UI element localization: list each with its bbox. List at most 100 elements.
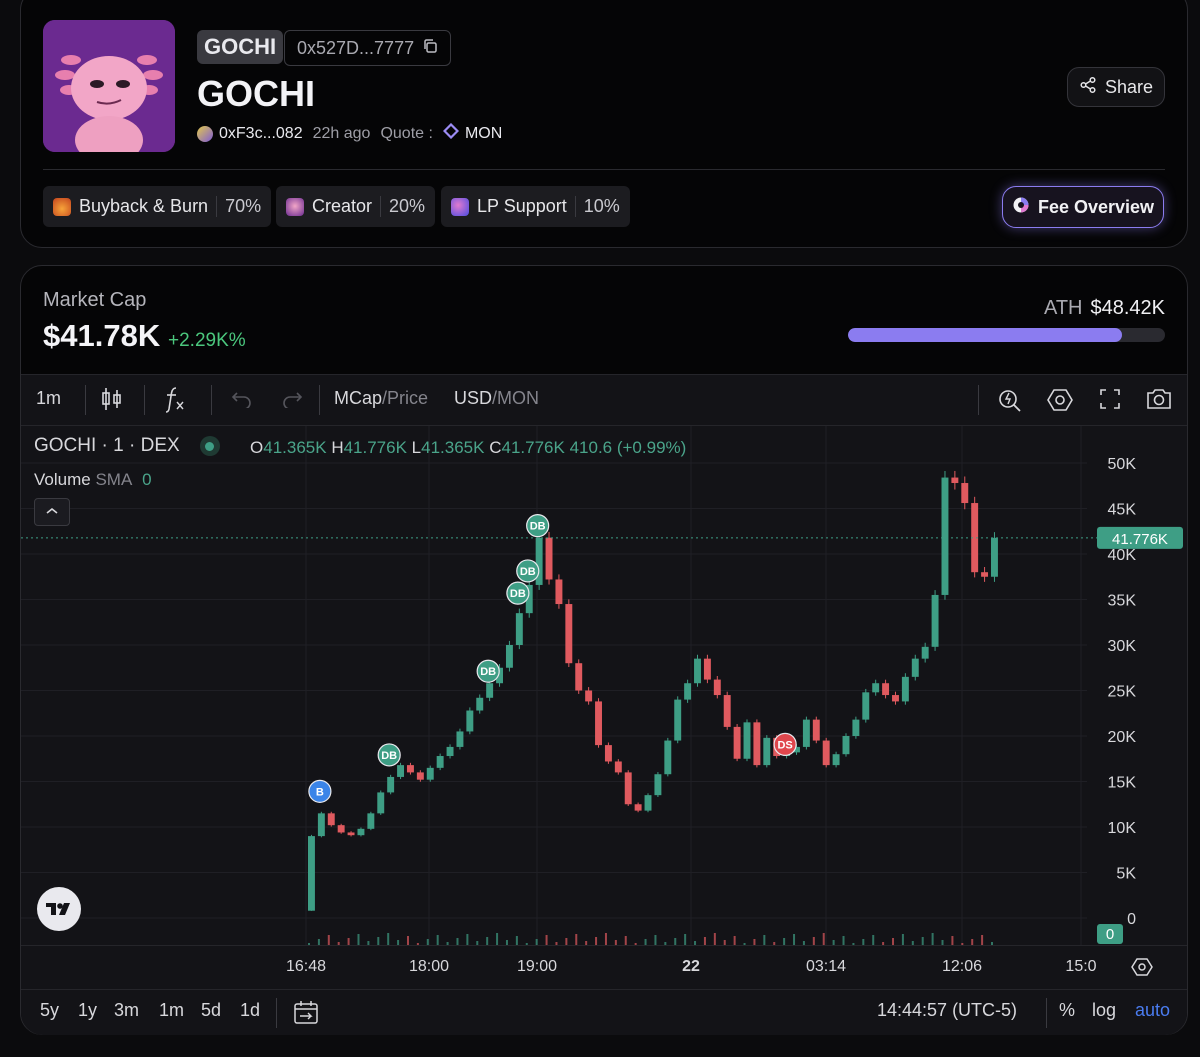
fee-pct-lp: 10% [574,196,620,217]
market-card: Market Cap $41.78K +2.29K% ATH $48.42K 1… [20,265,1188,1035]
ohlc-readout: O41.365K H41.776K L41.365K C41.776K 410.… [250,438,686,458]
market-cap-value: $41.78K [43,318,161,353]
candle [892,695,899,702]
candle [317,813,325,837]
price-chart[interactable]: 50K 45K 40K 35K 30K 25K 20K 15K 10K 5K 0 41.776K 0 B D… [21,426,1187,946]
y-axis-tick-label: 35K [1108,593,1137,610]
fee-chip-lp-support[interactable]: LP Support 10% [441,186,630,227]
go-to-date-icon[interactable] [293,1000,319,1031]
change-value: 410.6 (+0.99%) [569,438,687,457]
y-axis-tick-label: 30K [1108,638,1137,655]
creator-avatar-icon [197,125,213,142]
candle [436,756,444,768]
time-axis[interactable]: 16:48 18:00 19:00 22 03:14 12:06 15:0 [21,945,1187,990]
fullscreen-icon[interactable] [1099,388,1121,415]
interval-button[interactable]: 1m [36,388,61,409]
ath-progress-fill [848,328,1122,342]
candle [802,719,810,747]
candles-icon[interactable] [101,386,123,417]
usd-option[interactable]: USD [454,388,492,408]
volume-value: 0 [142,470,152,489]
close-value: 41.776K [501,438,565,457]
time-axis-tick: 15:0 [1065,958,1097,975]
pie-chart-icon [1012,196,1030,219]
fee-chip-buyback[interactable]: Buyback & Burn 70% [43,186,272,227]
copy-icon[interactable] [422,31,438,65]
candle [723,695,731,727]
clock-timezone[interactable]: 14:44:57 (UTC-5) [877,1000,1017,1021]
range-3m[interactable]: 3m [114,1000,139,1021]
open-label: O [250,438,264,457]
lp-icon [451,197,469,216]
candle [515,613,523,645]
candle [981,572,989,577]
y-axis-tick-label: 0 [1127,911,1136,928]
range-1y[interactable]: 1y [78,1000,97,1021]
token-header-card: GOCHI 0x527D...7777 GOCHI 0xF3c...082 22… [20,0,1188,248]
candle [664,740,672,775]
candle [961,483,969,504]
candle [476,697,484,711]
series-visibility-dot[interactable] [199,436,220,456]
camera-icon[interactable] [1145,387,1173,416]
currency-toggle[interactable]: USD/MON [454,388,539,409]
range-5d[interactable]: 5d [201,1000,221,1021]
collapse-legend-button[interactable] [34,498,70,526]
contract-address-text: 0x527D...7777 [297,38,415,58]
fee-chip-creator[interactable]: Creator 20% [276,186,436,227]
zoom-search-icon[interactable] [997,386,1023,419]
mon-option[interactable]: MON [497,388,539,408]
axis-settings-icon[interactable] [1131,956,1153,983]
candle [416,772,424,780]
high-value: 41.776K [343,438,407,457]
trade-marker-label: DS [777,739,792,751]
ath-label: ATH [1043,297,1083,319]
toolbar-separator [978,385,979,415]
candle [852,719,860,736]
candle [674,699,682,741]
last-price-label: 41.776K [1112,531,1168,548]
candle [812,719,820,741]
percent-toggle[interactable]: % [1059,1000,1075,1021]
candle [347,832,355,836]
candle [595,701,602,746]
range-5y[interactable]: 5y [40,1000,59,1021]
header-divider [43,169,1165,170]
creator-address[interactable]: 0xF3c...082 [219,125,303,143]
mcap-price-toggle[interactable]: MCap/Price [334,388,428,409]
fee-pct-buyback: 70% [216,196,261,217]
candle [614,761,622,773]
y-axis-tick-label: 25K [1108,684,1137,701]
candle [308,836,315,911]
candle [694,658,701,684]
undo-icon[interactable] [231,390,253,413]
candle [941,477,949,595]
candle [406,765,414,773]
y-axis-tick-label: 20K [1108,729,1137,746]
indicators-fx-icon[interactable] [163,385,187,418]
toolbar-separator [144,385,145,415]
auto-toggle[interactable]: auto [1135,1000,1170,1021]
fee-label-buyback: Buyback & Burn [79,196,209,216]
chevron-up-icon [45,503,59,521]
candle [931,594,939,647]
candle [713,679,721,696]
range-1m[interactable]: 1m [159,1000,184,1021]
range-1d[interactable]: 1d [240,1000,260,1021]
trade-marker-label: DB [520,566,536,578]
fee-overview-button[interactable]: Fee Overview [1002,186,1164,228]
log-toggle[interactable]: log [1092,1000,1116,1021]
contract-address-chip[interactable]: 0x527D...7777 [284,30,452,66]
redo-icon[interactable] [281,390,303,413]
settings-hex-icon[interactable] [1046,386,1074,419]
share-button[interactable]: Share [1067,67,1165,107]
fire-icon [53,197,71,216]
time-axis-tick: 12:06 [941,958,983,975]
candle [753,722,761,766]
time-axis-tick: 18:00 [408,958,450,975]
low-value: 41.365K [421,438,485,457]
price-option[interactable]: Price [387,388,428,408]
mcap-option[interactable]: MCap [334,388,382,408]
tradingview-logo[interactable] [37,887,81,931]
token-meta-row: 0xF3c...082 22h ago Quote : MON [197,122,502,144]
